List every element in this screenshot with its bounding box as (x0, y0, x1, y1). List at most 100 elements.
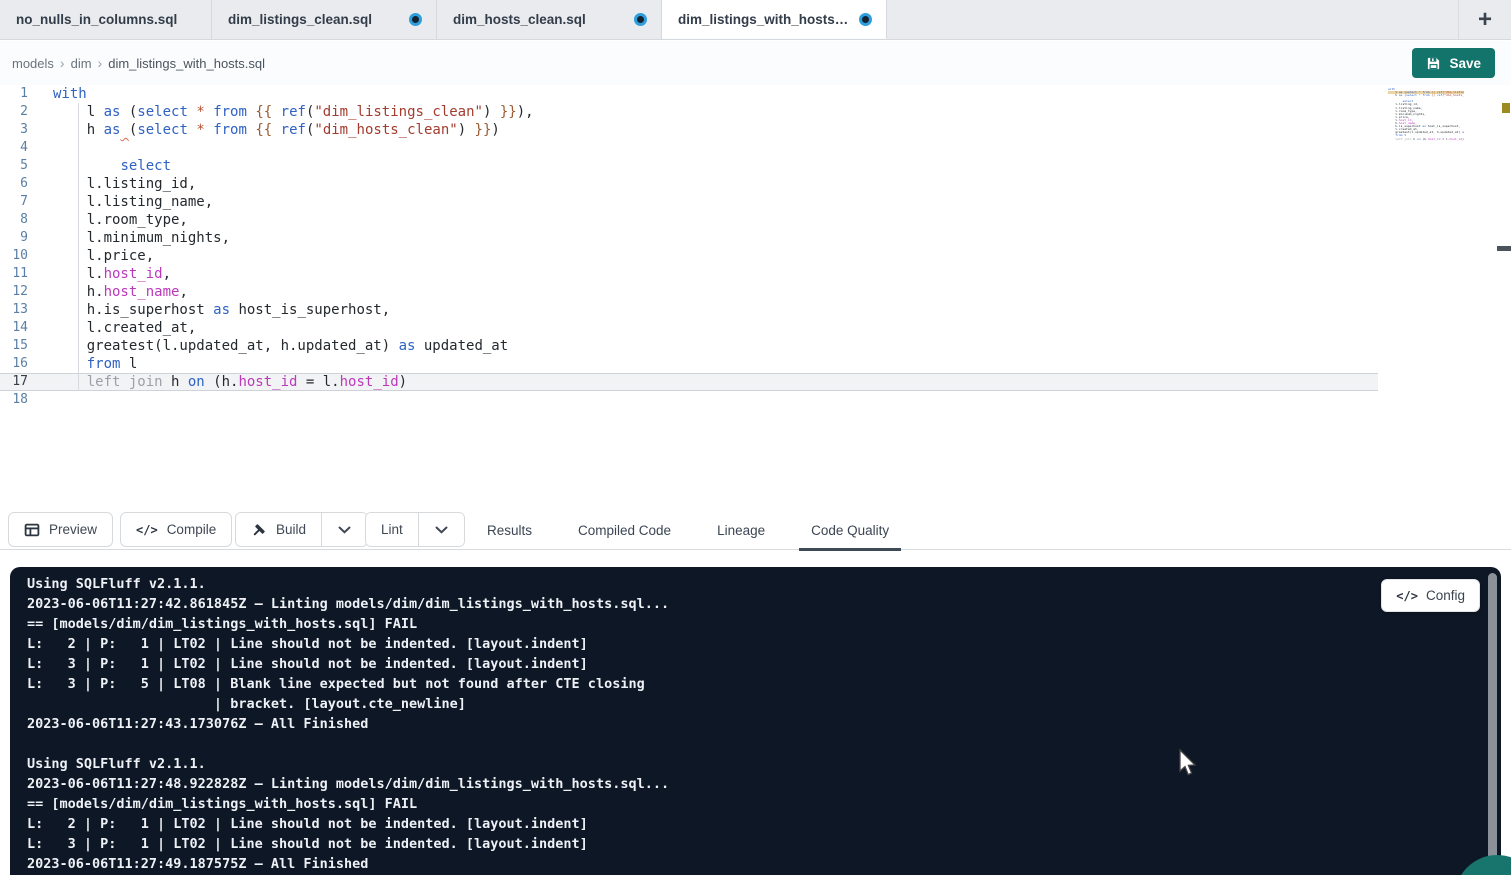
save-button-label: Save (1449, 56, 1481, 71)
preview-button-label: Preview (49, 522, 97, 537)
code-line-text: l.created_at, (48, 319, 196, 337)
breadcrumb-separator-icon: › (98, 55, 103, 71)
minimap-line: h as (select * from {{ ref("dim_hosts_cl… (1388, 94, 1464, 97)
build-options-button[interactable] (321, 513, 367, 546)
code-line[interactable]: 17 left join h on (h.host_id = l.host_id… (0, 373, 1378, 391)
editor-tab[interactable]: dim_listings_clean.sql (212, 0, 437, 39)
code-line[interactable]: 1with (0, 85, 1378, 103)
chevron-down-icon (435, 526, 448, 534)
code-line-text: h.is_superhost as host_is_superhost, (48, 301, 390, 319)
breadcrumb-item: models (12, 56, 54, 71)
code-line[interactable]: 12 h.host_name, (0, 283, 1378, 301)
new-tab-button[interactable]: + (1459, 0, 1511, 39)
panel-tab-results[interactable]: Results (481, 510, 538, 550)
code-line-text (48, 391, 53, 409)
config-button[interactable]: </> Config (1381, 579, 1480, 612)
code-line-text: l.listing_id, (48, 175, 196, 193)
code-line-text: left join h on (h.host_id = l.host_id) (48, 373, 407, 391)
code-line-text: from l (48, 355, 137, 373)
code-line[interactable]: 5 select (0, 157, 1378, 175)
line-number: 15 (0, 337, 48, 355)
lint-warning-marker (1502, 103, 1510, 113)
dbt-ide-window: no_nulls_in_columns.sql dim_listings_clea… (0, 0, 1511, 875)
code-line[interactable]: 15 greatest(l.updated_at, h.updated_at) … (0, 337, 1378, 355)
code-line[interactable]: 16 from l (0, 355, 1378, 373)
modified-indicator-icon[interactable] (634, 13, 647, 26)
code-line-text: l.minimum_nights, (48, 229, 230, 247)
code-line[interactable]: 3 h as (select * from {{ ref("dim_hosts_… (0, 121, 1378, 139)
editor-tab[interactable]: dim_listings_with_hosts.sql (662, 0, 887, 39)
code-line[interactable]: 7 l.listing_name, (0, 193, 1378, 211)
code-lines: 1with2 l as (select * from {{ ref("dim_l… (0, 85, 1511, 409)
code-line[interactable]: 9 l.minimum_nights, (0, 229, 1378, 247)
code-icon: </> (1396, 589, 1418, 603)
code-line[interactable]: 13 h.is_superhost as host_is_superhost, (0, 301, 1378, 319)
minimap-line: left join h on (h.host_id = l.host_id) (1388, 138, 1464, 141)
line-number: 10 (0, 247, 48, 265)
build-button-label: Build (276, 522, 306, 537)
line-number: 6 (0, 175, 48, 193)
code-line-text: greatest(l.updated_at, h.updated_at) as … (48, 337, 508, 355)
tab-label: dim_listings_clean.sql (228, 12, 372, 27)
table-icon (24, 522, 40, 538)
file-header: models›dim›dim_listings_with_hosts.sql S… (0, 41, 1511, 85)
breadcrumb: models›dim›dim_listings_with_hosts.sql (12, 55, 265, 71)
code-editor[interactable]: 1with2 l as (select * from {{ ref("dim_l… (0, 85, 1511, 510)
code-line[interactable]: 18 (0, 391, 1378, 409)
terminal-scrollbar[interactable] (1488, 573, 1497, 871)
preview-button[interactable]: Preview (8, 512, 113, 547)
terminal-text: Using SQLFluff v2.1.1. 2023-06-06T11:27:… (27, 574, 669, 874)
compile-button-label: Compile (167, 522, 217, 537)
save-button[interactable]: Save (1412, 48, 1495, 78)
line-number: 5 (0, 157, 48, 175)
line-number: 18 (0, 391, 48, 409)
editor-scroll-marker[interactable] (1497, 246, 1511, 251)
modified-indicator-icon[interactable] (859, 13, 872, 26)
breadcrumb-separator-icon: › (60, 55, 65, 71)
tab-label: dim_hosts_clean.sql (453, 12, 586, 27)
code-line[interactable]: 2 l as (select * from {{ ref("dim_listin… (0, 103, 1378, 121)
chevron-down-icon (338, 526, 351, 534)
line-number: 11 (0, 265, 48, 283)
code-line[interactable]: 11 l.host_id, (0, 265, 1378, 283)
code-line[interactable]: 6 l.listing_id, (0, 175, 1378, 193)
code-line-text: with (48, 85, 87, 103)
build-button-group: Build (235, 512, 368, 547)
panel-tab-lineage[interactable]: Lineage (711, 510, 771, 550)
editor-tab[interactable]: dim_hosts_clean.sql (437, 0, 662, 39)
line-number: 7 (0, 193, 48, 211)
code-line-text: l.room_type, (48, 211, 188, 229)
line-number: 13 (0, 301, 48, 319)
save-icon (1426, 56, 1441, 71)
code-line[interactable]: 4 (0, 139, 1378, 157)
code-line-text: l.listing_name, (48, 193, 213, 211)
lint-options-button[interactable] (418, 513, 464, 546)
editor-tabs: no_nulls_in_columns.sql dim_listings_clea… (0, 0, 887, 39)
tab-label: no_nulls_in_columns.sql (16, 12, 177, 27)
help-button[interactable] (1455, 855, 1511, 875)
code-line-text: l.price, (48, 247, 154, 265)
code-line[interactable]: 14 l.created_at, (0, 319, 1378, 337)
lint-button-group: Lint (365, 512, 465, 547)
panel-tabs: Results Compiled Code Lineage Code Quality (481, 510, 895, 550)
code-line-text: l.host_id, (48, 265, 171, 283)
panel-tab-compiled-code[interactable]: Compiled Code (572, 510, 677, 550)
lint-button[interactable]: Lint (366, 513, 418, 546)
code-line[interactable]: 8 l.room_type, (0, 211, 1378, 229)
config-button-label: Config (1426, 588, 1465, 603)
compile-button[interactable]: </> Compile (120, 512, 232, 547)
panel-tab-code-quality[interactable]: Code Quality (805, 510, 895, 550)
line-number: 4 (0, 139, 48, 157)
minimap[interactable]: with l as (select * from {{ ref("dim_lis… (1388, 88, 1464, 144)
code-icon: </> (136, 523, 158, 537)
modified-indicator-icon[interactable] (409, 13, 422, 26)
breadcrumb-item: dim (71, 56, 92, 71)
code-line[interactable]: 10 l.price, (0, 247, 1378, 265)
code-line-text: h as (select * from {{ ref("dim_hosts_cl… (48, 121, 500, 139)
line-number: 9 (0, 229, 48, 247)
editor-tab[interactable]: no_nulls_in_columns.sql (0, 0, 212, 39)
tabbar-spacer (887, 0, 1458, 39)
line-number: 1 (0, 85, 48, 103)
minimap-line (1388, 141, 1464, 144)
build-button[interactable]: Build (236, 513, 321, 546)
